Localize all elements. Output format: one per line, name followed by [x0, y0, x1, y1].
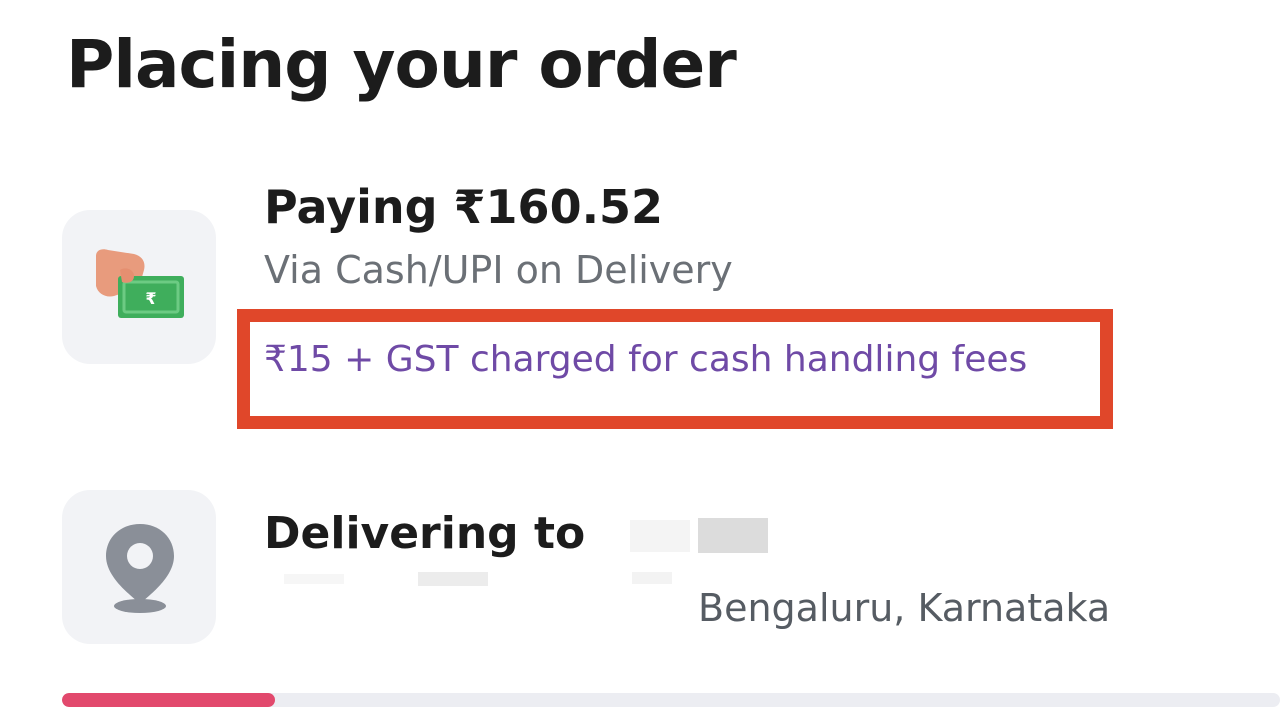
cash-payment-icon: ₹	[96, 249, 184, 318]
redacted-address-part	[418, 572, 488, 586]
redacted-name	[698, 518, 768, 553]
svg-text:₹: ₹	[145, 289, 156, 308]
redacted-name-part	[630, 520, 690, 552]
paying-amount: Paying ₹160.52	[264, 180, 664, 234]
payment-icon-tile: ₹	[62, 210, 216, 364]
redacted-address-part	[284, 574, 344, 584]
location-icon-tile	[62, 490, 216, 644]
order-placing-screen: Placing your order ₹ Paying ₹160.52 Via …	[0, 0, 1280, 720]
order-progress-bar	[62, 693, 1280, 707]
payment-method: Via Cash/UPI on Delivery	[264, 248, 733, 292]
delivery-city: Bengaluru, Karnataka	[698, 586, 1111, 630]
order-progress-fill	[62, 693, 276, 707]
location-pin-icon	[106, 524, 174, 613]
cash-handling-fee-note: ₹15 + GST charged for cash handling fees	[264, 339, 1028, 380]
page-title: Placing your order	[66, 26, 737, 103]
delivering-to-label: Delivering to	[264, 508, 586, 559]
redacted-address-part	[632, 572, 672, 584]
